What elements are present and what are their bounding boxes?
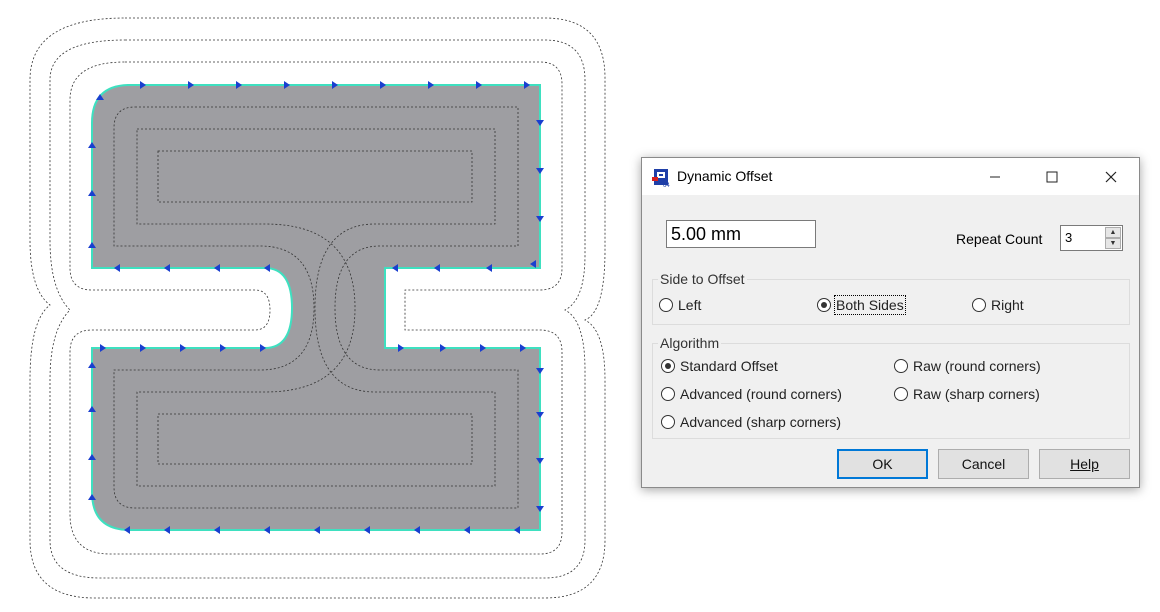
ok-button[interactable]: OK (837, 449, 928, 479)
radio-left[interactable]: Left (659, 297, 701, 313)
radio-left-dot[interactable] (659, 298, 673, 312)
radio-raw-round-label: Raw (round corners) (913, 358, 1041, 374)
offset-shape[interactable] (91, 84, 541, 531)
repeat-count-stepper[interactable]: 3 ▲ ▼ (1060, 225, 1123, 251)
radio-advanced-round-dot[interactable] (661, 387, 675, 401)
radio-right[interactable]: Right (972, 297, 1024, 313)
cancel-button[interactable]: Cancel (938, 449, 1029, 479)
radio-advanced-sharp-label: Advanced (sharp corners) (680, 414, 842, 430)
dialog-title: Dynamic Offset (677, 168, 773, 184)
radio-raw-sharp[interactable]: Raw (sharp corners) (894, 386, 1040, 402)
radio-raw-round-dot[interactable] (894, 359, 908, 373)
radio-both-sides[interactable]: Both Sides (817, 295, 906, 315)
svg-text:64: 64 (663, 183, 670, 188)
dialog-titlebar[interactable]: 64 Dynamic Offset (642, 158, 1139, 195)
radio-right-dot[interactable] (972, 298, 986, 312)
radio-standard-offset-label: Standard Offset (680, 358, 778, 374)
side-to-offset-label: Side to Offset (658, 271, 747, 287)
drawing-canvas[interactable] (0, 0, 620, 612)
radio-advanced-sharp-dot[interactable] (661, 415, 675, 429)
stepper-up-icon[interactable]: ▲ (1105, 227, 1121, 238)
radio-standard-offset-dot[interactable] (661, 359, 675, 373)
radio-right-label: Right (991, 297, 1024, 313)
radio-advanced-sharp[interactable]: Advanced (sharp corners) (661, 414, 841, 430)
repeat-count-value[interactable]: 3 (1065, 230, 1072, 245)
close-icon[interactable] (1088, 158, 1134, 195)
algorithm-label: Algorithm (658, 335, 722, 351)
repeat-count-label: Repeat Count (956, 231, 1043, 247)
stepper-down-icon[interactable]: ▼ (1105, 238, 1121, 249)
maximize-icon[interactable] (1029, 158, 1075, 195)
radio-standard-offset[interactable]: Standard Offset (661, 358, 778, 374)
help-button[interactable]: Help (1039, 449, 1130, 479)
radio-both-sides-label: Both Sides (834, 295, 906, 315)
stepper-buttons: ▲ ▼ (1105, 227, 1121, 249)
radio-both-sides-dot[interactable] (817, 298, 831, 312)
radio-raw-round[interactable]: Raw (round corners) (894, 358, 1041, 374)
radio-raw-sharp-dot[interactable] (894, 387, 908, 401)
p64-logo-icon: 64 (652, 169, 670, 188)
dynamic-offset-dialog: 64 Dynamic Offset Repeat Count 3 ▲ ▼ Sid… (641, 157, 1140, 488)
minimize-icon[interactable] (972, 158, 1018, 195)
radio-raw-sharp-label: Raw (sharp corners) (913, 386, 1040, 402)
radio-advanced-round-label: Advanced (round corners) (680, 386, 842, 402)
offset-distance-input[interactable] (666, 220, 816, 248)
radio-advanced-round[interactable]: Advanced (round corners) (661, 386, 842, 402)
radio-left-label: Left (678, 297, 702, 313)
